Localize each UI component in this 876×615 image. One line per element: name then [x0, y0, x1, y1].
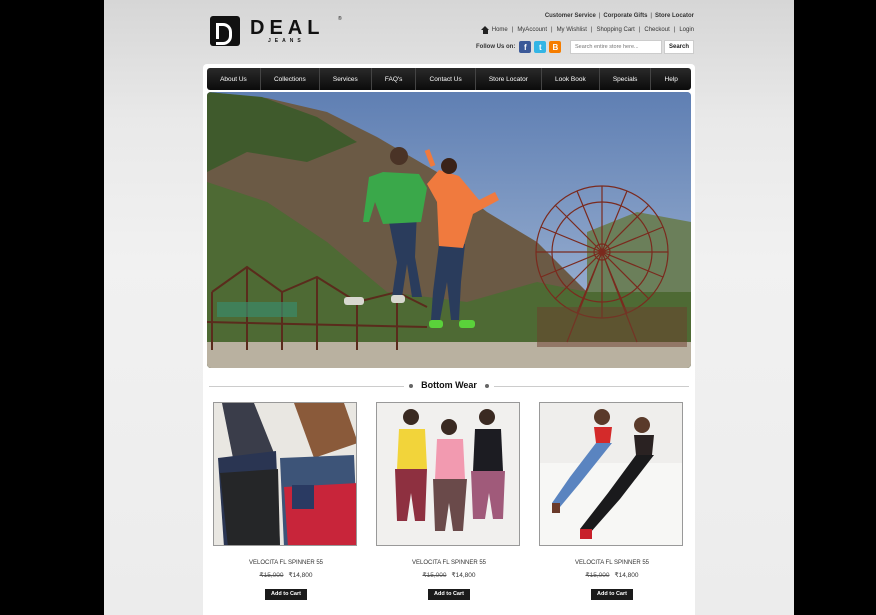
link-shopping-cart[interactable]: Shopping Cart: [596, 27, 634, 33]
nav-faqs[interactable]: FAQ's: [372, 68, 417, 90]
price: ₹14,800: [288, 572, 313, 579]
logo-registered-mark: ®: [338, 16, 342, 22]
product-photo: [540, 403, 682, 545]
hero-image: [207, 92, 691, 368]
brand-logo[interactable]: DEAL ® JEANS: [210, 16, 342, 48]
blogger-icon[interactable]: B: [549, 41, 562, 53]
nav-store-locator[interactable]: Store Locator: [476, 68, 542, 90]
product-photo: [377, 403, 519, 545]
link-login[interactable]: Login: [679, 27, 694, 33]
link-my-account[interactable]: MyAccount: [517, 27, 547, 33]
old-price: ₹15,000: [422, 572, 447, 579]
price: ₹14,800: [614, 572, 639, 579]
product-card: VELOCITA FL SPINNER 55 ₹15,000 ₹14,800 Ad…: [376, 402, 522, 600]
page-frame: DEAL ® JEANS Customer Service | Corporate …: [104, 0, 794, 615]
product-prices: ₹15,000 ₹14,800: [539, 571, 685, 579]
section-dot-right: [485, 384, 489, 388]
price: ₹14,800: [451, 572, 476, 579]
follow-us: Follow Us on: f t B: [476, 40, 562, 54]
product-prices: ₹15,000 ₹14,800: [213, 571, 359, 579]
product-name[interactable]: VELOCITA FL SPINNER 55: [539, 560, 685, 566]
section-title: Bottom Wear: [421, 380, 477, 390]
search-input[interactable]: [570, 40, 662, 54]
follow-label: Follow Us on:: [476, 44, 516, 50]
main-nav: About Us Collections Services FAQ's Cont…: [207, 68, 691, 90]
old-price: ₹15,000: [585, 572, 610, 579]
nav-help[interactable]: Help: [651, 68, 691, 90]
nav-collections[interactable]: Collections: [261, 68, 320, 90]
product-image[interactable]: [213, 402, 357, 546]
link-store-locator[interactable]: Store Locator: [655, 13, 694, 19]
product-name[interactable]: VELOCITA FL SPINNER 55: [213, 560, 359, 566]
twitter-icon[interactable]: t: [534, 41, 547, 53]
product-image[interactable]: [539, 402, 683, 546]
nav-specials[interactable]: Specials: [600, 68, 652, 90]
nav-look-book[interactable]: Look Book: [542, 68, 600, 90]
logo-subtitle: JEANS: [268, 38, 305, 44]
main-content: About Us Collections Services FAQ's Cont…: [203, 64, 695, 615]
add-to-cart-button[interactable]: Add to Cart: [265, 589, 307, 600]
add-to-cart-button[interactable]: Add to Cart: [428, 589, 470, 600]
nav-contact-us[interactable]: Contact Us: [416, 68, 476, 90]
home-icon[interactable]: [480, 26, 490, 34]
facebook-icon[interactable]: f: [519, 41, 532, 53]
add-to-cart-button[interactable]: Add to Cart: [591, 589, 633, 600]
hero-banner[interactable]: [207, 92, 691, 368]
link-my-wishlist[interactable]: My Wishlist: [557, 27, 587, 33]
product-card: VELOCITA FL SPINNER 55 ₹15,000 ₹14,800 Ad…: [539, 402, 685, 600]
product-photo: [214, 403, 356, 545]
link-home[interactable]: Home: [492, 27, 508, 33]
product-card: VELOCITA FL SPINNER 55 ₹15,000 ₹14,800 Ad…: [213, 402, 359, 600]
account-links: Home | MyAccount | My Wishlist | Shopping C…: [480, 26, 694, 34]
link-corporate-gifts[interactable]: Corporate Gifts: [603, 13, 647, 19]
top-links: Customer Service | Corporate Gifts | Store L…: [544, 13, 694, 19]
old-price: ₹15,000: [259, 572, 284, 579]
search-button[interactable]: Search: [664, 40, 694, 54]
product-image[interactable]: [376, 402, 520, 546]
section-header: Bottom Wear: [209, 380, 689, 392]
section-rule-right: [494, 386, 689, 387]
link-customer-service[interactable]: Customer Service: [545, 13, 596, 19]
link-checkout[interactable]: Checkout: [644, 27, 669, 33]
logo-mark-icon: [210, 16, 240, 46]
logo-wordmark: DEAL: [250, 17, 325, 39]
product-prices: ₹15,000 ₹14,800: [376, 571, 522, 579]
nav-about-us[interactable]: About Us: [207, 68, 261, 90]
product-name[interactable]: VELOCITA FL SPINNER 55: [376, 560, 522, 566]
nav-services[interactable]: Services: [320, 68, 372, 90]
